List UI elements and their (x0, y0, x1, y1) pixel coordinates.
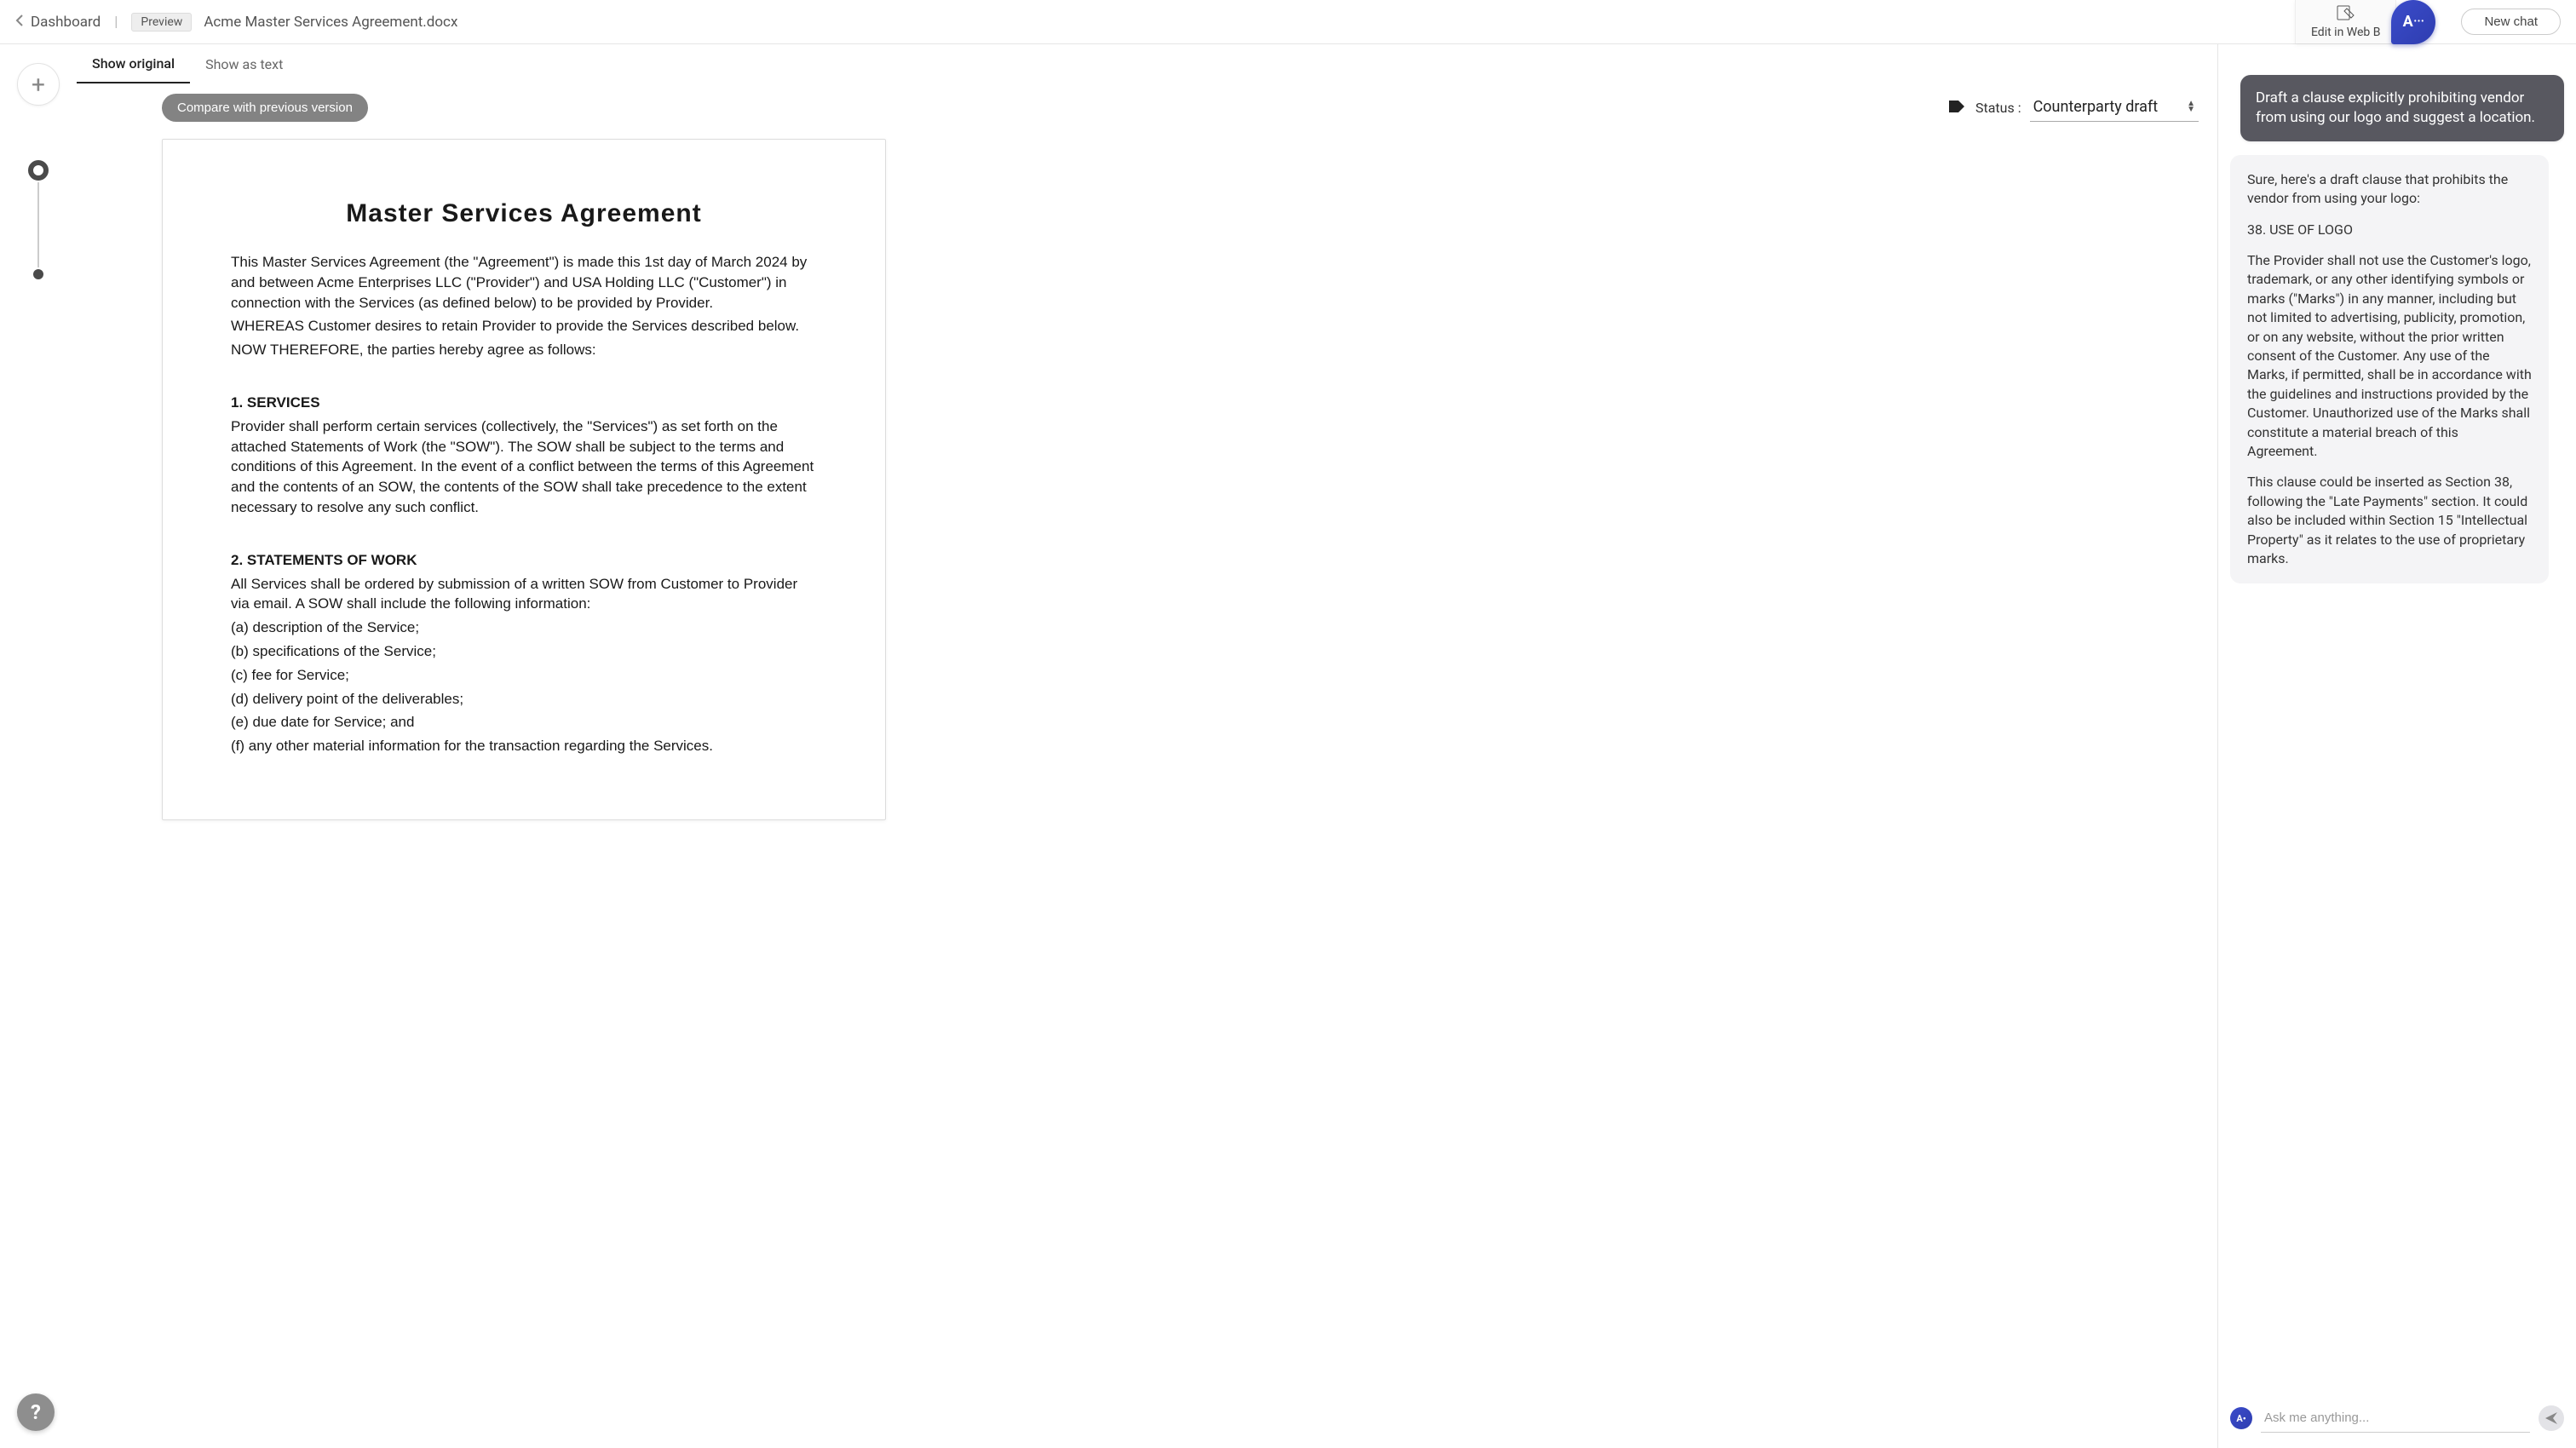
doc-intro-2: WHEREAS Customer desires to retain Provi… (231, 316, 817, 336)
document-toolbar: Compare with previous version Status : C… (77, 85, 2217, 130)
edit-document-icon (2337, 5, 2355, 24)
status-select[interactable]: Counterparty draft ▲▼ (2030, 95, 2199, 122)
dashboard-link[interactable]: Dashboard (31, 14, 101, 31)
sec2-b: (b) specifications of the Service; (231, 641, 817, 662)
left-gutter: + (0, 44, 77, 1448)
sec2-d: (d) delivery point of the deliverables; (231, 689, 817, 710)
edit-in-web-button[interactable]: Edit in Web B (2295, 0, 2396, 43)
ai-logo-icon[interactable]: A••• (2391, 0, 2435, 44)
new-chat-button[interactable]: New chat (2461, 9, 2561, 35)
status-value: Counterparty draft (2033, 98, 2159, 116)
compare-button[interactable]: Compare with previous version (162, 94, 368, 122)
chat-panel: Draft a clause explicitly prohibiting ve… (2218, 44, 2576, 1448)
document-title: Acme Master Services Agreement.docx (204, 14, 457, 31)
timeline-line (37, 182, 39, 267)
ai-message: Sure, here's a draft clause that prohibi… (2230, 155, 2549, 583)
ai-p2: 38. USE OF LOGO (2247, 221, 2532, 239)
back-chevron-icon[interactable] (15, 14, 24, 31)
doc-intro-3: NOW THEREFORE, the parties hereby agree … (231, 340, 817, 360)
tag-icon (1948, 100, 1965, 117)
doc-intro-1: This Master Services Agreement (the "Agr… (231, 252, 817, 313)
doc-heading: Master Services Agreement (231, 199, 817, 228)
chat-body[interactable]: Draft a clause explicitly prohibiting ve… (2218, 44, 2576, 1395)
edit-in-web-label: Edit in Web B (2311, 26, 2380, 39)
send-button[interactable] (2539, 1405, 2564, 1431)
timeline-node-prev[interactable] (33, 269, 43, 279)
main-area: + Show original Show as text Compare wit… (0, 44, 2576, 1448)
top-bar: Dashboard | Preview Acme Master Services… (0, 0, 2576, 44)
help-button[interactable]: ? (17, 1393, 55, 1431)
chat-input[interactable] (2261, 1404, 2530, 1433)
sec2-c: (c) fee for Service; (231, 665, 817, 686)
document-page: Master Services Agreement This Master Se… (162, 139, 886, 820)
chat-avatar-icon: A• (2230, 1407, 2252, 1429)
ai-p4: This clause could be inserted as Section… (2247, 473, 2532, 568)
document-scroll[interactable]: Master Services Agreement This Master Se… (77, 130, 2217, 1448)
sec2-title: 2. STATEMENTS OF WORK (231, 550, 817, 571)
tab-show-original[interactable]: Show original (77, 47, 190, 83)
sort-icon: ▲▼ (2187, 101, 2195, 112)
document-column: Show original Show as text Compare with … (77, 44, 2218, 1448)
breadcrumb-divider: | (114, 14, 118, 31)
ai-p3: The Provider shall not use the Customer'… (2247, 251, 2532, 461)
timeline-node-current[interactable] (28, 160, 49, 181)
view-tabs: Show original Show as text (77, 44, 2217, 85)
sec2-f: (f) any other material information for t… (231, 736, 817, 756)
sec2-lead: All Services shall be ordered by submiss… (231, 574, 817, 615)
sec2-e: (e) due date for Service; and (231, 712, 817, 733)
status-label: Status : (1975, 100, 2021, 116)
tab-show-as-text[interactable]: Show as text (190, 48, 298, 83)
chat-input-row: A• (2218, 1395, 2576, 1448)
ai-p1: Sure, here's a draft clause that prohibi… (2247, 170, 2532, 209)
user-message: Draft a clause explicitly prohibiting ve… (2240, 75, 2564, 141)
status-group: Status : Counterparty draft ▲▼ (1948, 95, 2199, 122)
add-button[interactable]: + (17, 63, 60, 106)
sec1-title: 1. SERVICES (231, 393, 817, 413)
sec2-a: (a) description of the Service; (231, 618, 817, 638)
preview-chip: Preview (131, 13, 192, 32)
sec1-body: Provider shall perform certain services … (231, 417, 817, 518)
